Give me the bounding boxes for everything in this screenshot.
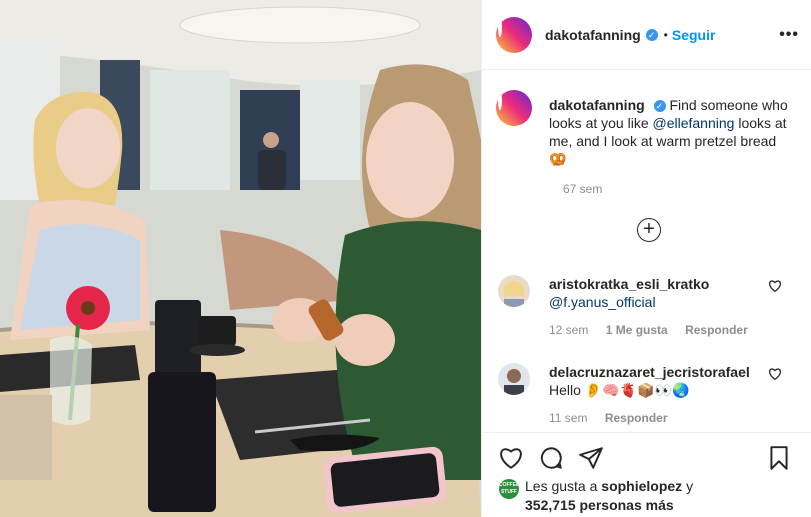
post-actions-bar: COFFEE STUFF Les gusta a sophielopez y 3… [482, 432, 811, 517]
comment-like-heart-icon[interactable] [768, 367, 782, 381]
load-more-comments-button[interactable]: + [637, 218, 661, 242]
caption-mention-link[interactable]: @ellefanning [653, 115, 735, 131]
liker-username[interactable]: sophielopez [601, 478, 682, 494]
comment-like-heart-icon[interactable] [768, 279, 782, 293]
comment-item: aristokratka_esli_kratko @f.yanus_offici… [498, 275, 798, 337]
author-username[interactable]: dakotafanning [545, 27, 641, 43]
like-heart-icon[interactable] [498, 445, 524, 471]
comment-username[interactable]: delacruznazaret_jecristorafael [549, 364, 750, 380]
commenter-avatar-image [498, 275, 530, 307]
likes-count-link[interactable]: 352,715 personas más [525, 497, 674, 513]
comment-bubble-icon[interactable] [538, 445, 564, 471]
author-avatar[interactable] [496, 16, 532, 53]
comment-timestamp[interactable]: 11 sem [549, 411, 587, 425]
comment-mention-link[interactable]: @f.yanus_official [549, 294, 656, 310]
likes-summary: COFFEE STUFF Les gusta a sophielopez y 3… [499, 477, 693, 515]
comment-likes-count[interactable]: 1 Me gusta [606, 323, 668, 337]
caption-text: dakotafanning ✓ Find someone who looks a… [549, 90, 806, 168]
commenter-avatar[interactable] [498, 275, 530, 307]
liker-avatar[interactable]: COFFEE STUFF [499, 479, 519, 499]
post-caption: dakotafanning ✓ Find someone who looks a… [496, 90, 806, 196]
comment-item: delacruznazaret_jecristorafael Hello 👂🧠🫀… [498, 363, 798, 425]
save-bookmark-icon[interactable] [766, 445, 792, 471]
verified-badge-icon: ✓ [645, 28, 658, 41]
post-photo[interactable] [0, 0, 481, 517]
verified-badge-icon: ✓ [653, 100, 666, 112]
comment-username[interactable]: aristokratka_esli_kratko [549, 276, 709, 292]
comment-text: Hello 👂🧠🫀📦👀🌏 [549, 382, 690, 398]
share-paper-plane-icon[interactable] [578, 445, 604, 471]
comment-meta: 12 sem 1 Me gusta Responder [549, 323, 798, 337]
comment-reply-button[interactable]: Responder [605, 411, 668, 425]
post-header: dakotafanning ✓ • Seguir ••• [482, 0, 811, 70]
comment-timestamp[interactable]: 12 sem [549, 323, 588, 337]
caption-emoji: 🥨 [549, 151, 567, 167]
post-side-panel: dakotafanning ✓ • Seguir ••• dakotafanni… [481, 0, 811, 517]
likes-suffix: y [682, 478, 694, 494]
caption-avatar[interactable] [496, 90, 532, 126]
caption-username[interactable]: dakotafanning [549, 97, 645, 113]
plus-circle-icon: + [643, 218, 655, 240]
caption-timestamp[interactable]: 67 sem [563, 182, 602, 196]
separator-dot: • [663, 27, 668, 42]
comment-reply-button[interactable]: Responder [685, 323, 748, 337]
post-photo-illustration [0, 0, 481, 517]
commenter-avatar[interactable] [498, 363, 530, 395]
follow-button[interactable]: Seguir [672, 27, 716, 43]
likes-prefix: Les gusta a [525, 478, 602, 494]
commenter-avatar-image [498, 363, 530, 395]
comment-meta: 11 sem Responder [549, 411, 798, 425]
more-options-icon[interactable]: ••• [779, 26, 799, 44]
